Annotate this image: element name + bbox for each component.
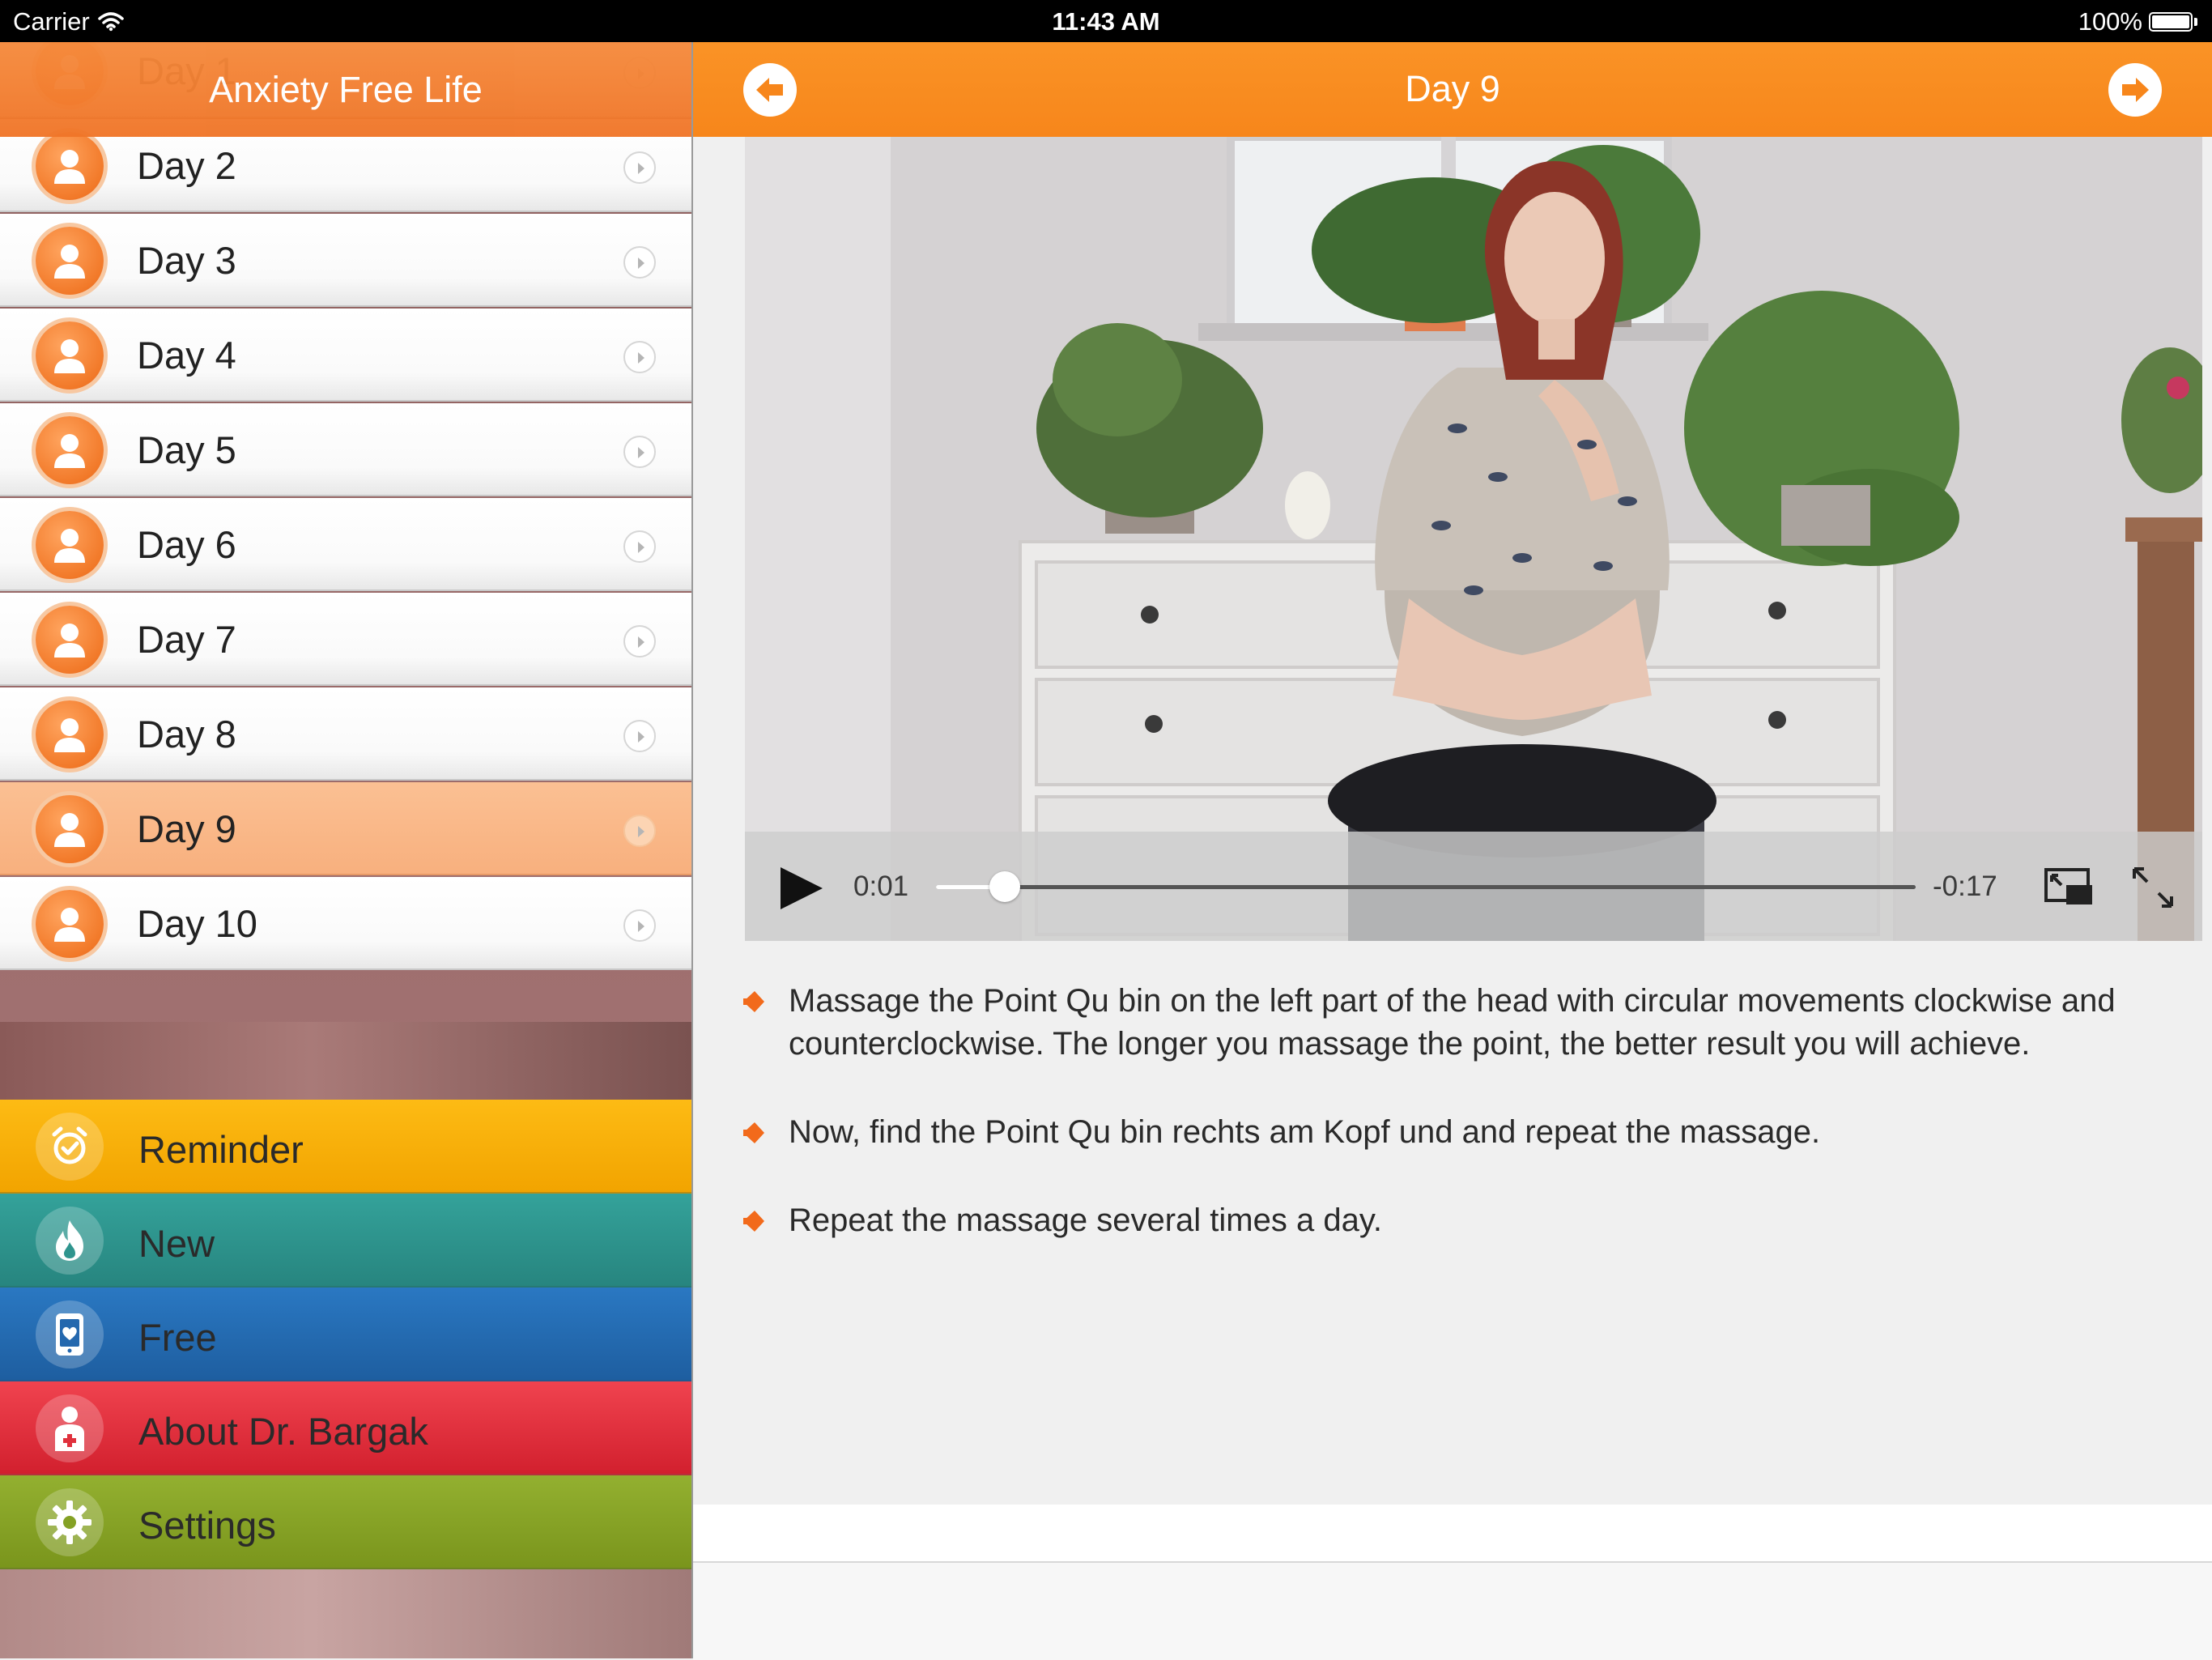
user-avatar-icon xyxy=(36,700,104,768)
chevron-right-icon xyxy=(623,151,656,184)
arrow-bullet-icon xyxy=(743,991,764,1012)
battery-icon xyxy=(2149,12,2193,32)
chevron-right-icon xyxy=(623,436,656,468)
day-label: Day 2 xyxy=(137,144,236,187)
wifi-icon xyxy=(97,12,124,32)
battery-indicator: 100% xyxy=(2078,7,2197,36)
arrow-right-icon xyxy=(2122,78,2149,102)
battery-percent: 100% xyxy=(2078,7,2142,36)
menu-item-about[interactable]: About Dr. Bargak xyxy=(0,1381,691,1475)
day-list-item[interactable]: Day 9 xyxy=(0,782,691,875)
menu-label-free: Free xyxy=(138,1316,217,1359)
day-list-item[interactable]: Day 3 xyxy=(0,214,691,307)
day-list-item[interactable]: Day 5 xyxy=(0,403,691,496)
user-avatar-icon xyxy=(36,890,104,958)
user-avatar-icon xyxy=(36,511,104,579)
menu-label-about: About Dr. Bargak xyxy=(138,1410,428,1453)
day-list-item[interactable]: Day 4 xyxy=(0,309,691,402)
play-icon[interactable] xyxy=(777,866,826,911)
user-avatar-icon xyxy=(36,132,104,200)
menu-label-reminder: Reminder xyxy=(138,1128,304,1171)
heart-phone-icon xyxy=(36,1300,104,1368)
day-list-item[interactable]: Day 7 xyxy=(0,593,691,686)
sidebar-background-bottom xyxy=(0,1569,691,1658)
day-label: Day 6 xyxy=(137,523,236,566)
picture-in-picture-icon[interactable] xyxy=(2044,867,2094,906)
chevron-right-icon xyxy=(623,625,656,658)
user-avatar-icon xyxy=(36,606,104,674)
instruction-step: Massage the Point Qu bin on the left par… xyxy=(742,980,2183,1066)
chevron-right-icon xyxy=(623,909,656,942)
gear-icon xyxy=(36,1488,104,1556)
user-avatar-icon xyxy=(36,227,104,295)
user-avatar-icon xyxy=(36,321,104,389)
day-label: Day 8 xyxy=(137,713,236,756)
forward-button[interactable] xyxy=(2108,63,2162,117)
menu-item-settings[interactable]: Settings xyxy=(0,1475,691,1569)
video-controls: 0:01 -0:17 xyxy=(745,832,2202,941)
sidebar-title: Anxiety Free Life xyxy=(0,42,691,137)
doctor-icon xyxy=(36,1394,104,1462)
flame-icon xyxy=(36,1207,104,1275)
day-list-item[interactable]: Day 8 xyxy=(0,687,691,781)
day-label: Day 9 xyxy=(137,807,236,850)
day-list-item[interactable]: Day 6 xyxy=(0,498,691,591)
menu-item-reminder[interactable]: Reminder xyxy=(0,1100,691,1194)
menu-label-settings: Settings xyxy=(138,1504,276,1547)
day-label: Day 4 xyxy=(137,334,236,377)
video-player[interactable]: 0:01 -0:17 xyxy=(745,137,2202,941)
instruction-step: Repeat the massage several times a day. xyxy=(742,1199,2183,1242)
time-remaining: -0:17 xyxy=(1933,870,1997,902)
menu-item-new[interactable]: New xyxy=(0,1194,691,1288)
user-avatar-icon xyxy=(36,795,104,863)
chevron-right-icon xyxy=(623,815,656,847)
sidebar-background-gap xyxy=(0,1022,691,1100)
user-avatar-icon xyxy=(36,416,104,484)
arrow-bullet-icon xyxy=(743,1122,764,1143)
instruction-text: Now, find the Point Qu bin rechts am Kop… xyxy=(789,1114,1821,1150)
time-elapsed: 0:01 xyxy=(853,870,909,902)
clock: 11:43 AM xyxy=(1052,7,1160,36)
detail-footer-strip xyxy=(693,1505,2212,1563)
day-label: Day 5 xyxy=(137,428,236,471)
instruction-step: Now, find the Point Qu bin rechts am Kop… xyxy=(742,1111,2183,1154)
instruction-text: Massage the Point Qu bin on the left par… xyxy=(789,983,2116,1062)
chevron-right-icon xyxy=(623,341,656,373)
menu-item-free[interactable]: Free xyxy=(0,1288,691,1381)
carrier-indicator: Carrier xyxy=(13,7,124,36)
instruction-text: Repeat the massage several times a day. xyxy=(789,1202,1382,1238)
detail-pane: Day 9 0:01 -0:17 Massage the Point Qu bi… xyxy=(693,42,2212,1660)
day-label: Day 7 xyxy=(137,618,236,661)
chevron-right-icon xyxy=(623,246,656,279)
chevron-right-icon xyxy=(623,720,656,752)
instructions-list: Massage the Point Qu bin on the left par… xyxy=(742,980,2183,1288)
page-title: Day 9 xyxy=(1405,68,1500,109)
fullscreen-icon[interactable] xyxy=(2129,864,2176,911)
sidebar: Anxiety Free Life Day 1Day 2Day 3Day 4Da… xyxy=(0,42,693,1658)
carrier-label: Carrier xyxy=(13,7,90,36)
day-label: Day 10 xyxy=(137,902,257,945)
alarm-clock-icon xyxy=(36,1113,104,1181)
arrow-bullet-icon xyxy=(743,1211,764,1232)
chevron-right-icon xyxy=(623,530,656,563)
scrub-handle[interactable] xyxy=(989,871,1020,902)
menu-label-new: New xyxy=(138,1222,215,1265)
video-frame xyxy=(745,137,2202,941)
navigation-bar: Day 9 xyxy=(693,42,2212,137)
day-label: Day 3 xyxy=(137,239,236,282)
scrub-bar[interactable] xyxy=(936,871,1916,902)
status-bar: Carrier 11:43 AM 100% xyxy=(0,0,2212,42)
day-list-item[interactable]: Day 10 xyxy=(0,877,691,970)
